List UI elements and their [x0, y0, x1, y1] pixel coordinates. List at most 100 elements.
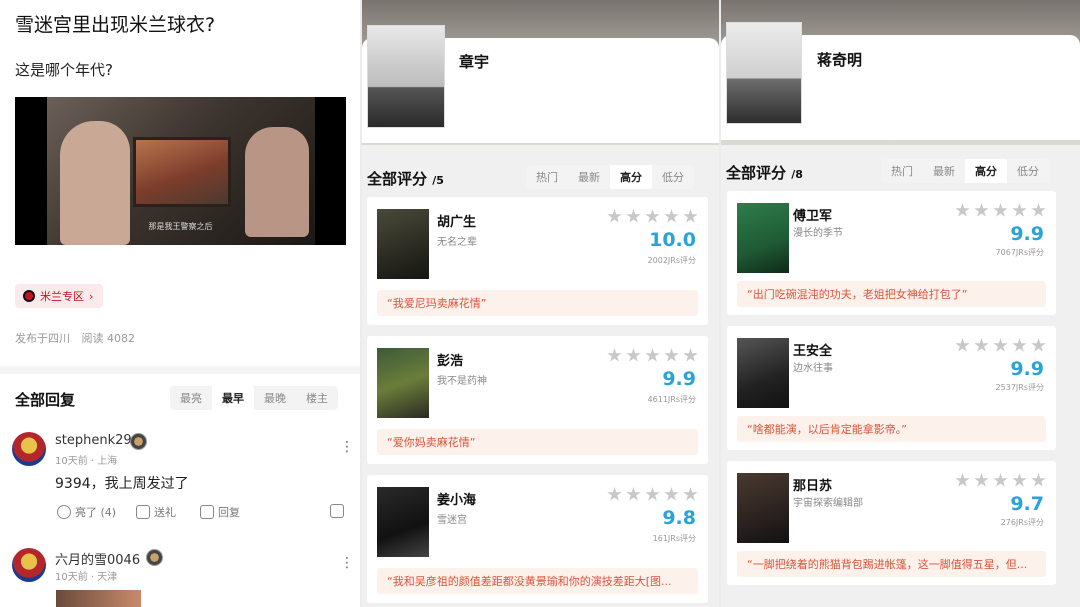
role-name: 姜小海	[437, 493, 477, 508]
star-icon	[645, 487, 660, 501]
role-card[interactable]: 胡广生 无名之辈 10.0 2002JRs评分 “我爱尼玛卖麻花情”	[367, 197, 708, 325]
star-icon	[664, 209, 679, 223]
share-icon	[330, 504, 344, 518]
star-icon	[974, 338, 989, 352]
tab-low-score[interactable]: 低分	[1007, 159, 1049, 183]
like-button[interactable]: 亮了 (4)	[57, 504, 116, 520]
role-name: 傅卫军	[793, 209, 833, 224]
role-card[interactable]: 那日苏 宇宙探索编辑部 9.7 276JRs评分 “一脚把绕着的熊猫背包踢进帐篷…	[727, 461, 1056, 585]
star-rating[interactable]	[955, 338, 1046, 353]
star-icon	[664, 348, 679, 362]
role-card[interactable]: 傅卫军 漫长的季节 9.9 7067JRs评分 “出门吃碗混沌的功夫，老姐把女神…	[727, 191, 1056, 315]
star-icon	[607, 348, 622, 362]
work-title: 漫长的季节	[793, 228, 843, 239]
tab-sort-latest[interactable]: 最晚	[254, 386, 296, 410]
actor-panel-zhangyu: 章宇 全部评分 /5 热门 最新 高分 低分 胡广生 无名之辈 10.0 200…	[362, 0, 719, 607]
work-title: 边水往事	[793, 363, 833, 374]
top-comment: “我爱尼玛卖麻花情”	[377, 290, 698, 316]
comment-image[interactable]	[56, 590, 141, 607]
vote-count: 4611JRs评分	[647, 395, 696, 404]
comment-username[interactable]: stephenk29	[55, 433, 132, 448]
tab-high-score[interactable]: 高分	[610, 165, 652, 189]
ratings-sort-tabs: 热门 最新 高分 低分	[881, 159, 1049, 183]
vote-count: 161JRs评分	[652, 534, 696, 543]
star-icon	[683, 348, 698, 362]
ratings-label: 全部评分	[367, 170, 428, 188]
vote-count: 2002JRs评分	[647, 256, 696, 265]
star-icon	[1012, 338, 1027, 352]
tab-newest[interactable]: 最新	[923, 159, 965, 183]
tab-sort-brightest[interactable]: 最亮	[170, 386, 212, 410]
role-poster	[377, 487, 429, 557]
video-subtitle: 那是我王警察之后	[148, 222, 213, 231]
star-icon	[683, 209, 698, 223]
star-icon	[626, 209, 641, 223]
star-rating[interactable]	[955, 203, 1046, 218]
reply-button[interactable]: 回复	[200, 504, 240, 520]
work-title: 无名之辈	[437, 237, 477, 248]
work-title: 雪迷宫	[437, 515, 467, 526]
role-poster	[737, 203, 789, 273]
more-options-icon[interactable]: ⋮	[340, 440, 354, 454]
milan-zone-tag[interactable]: 米兰专区 ›	[15, 284, 104, 308]
reply-label: 回复	[218, 506, 240, 519]
actor-photo	[726, 22, 802, 124]
role-score: 9.7	[1010, 493, 1044, 515]
star-rating[interactable]	[955, 473, 1046, 488]
star-icon	[1031, 203, 1046, 217]
actor-panel-jiangqiming: 蒋奇明 全部评分 /8 热门 最新 高分 低分 傅卫军 漫长的季节 9.9 70…	[721, 0, 1080, 607]
star-rating[interactable]	[607, 487, 698, 502]
post-location: 发布于四川	[15, 332, 70, 345]
role-name: 王安全	[793, 344, 833, 359]
tab-sort-op[interactable]: 楼主	[296, 386, 338, 410]
comment-username[interactable]: 六月的雪0046	[55, 549, 140, 568]
divider	[0, 366, 360, 374]
share-button[interactable]	[330, 504, 344, 518]
tab-newest[interactable]: 最新	[568, 165, 610, 189]
star-rating[interactable]	[607, 348, 698, 363]
star-icon	[1031, 338, 1046, 352]
tab-sort-earliest[interactable]: 最早	[212, 386, 254, 410]
avatar[interactable]	[12, 432, 46, 466]
star-icon	[993, 473, 1008, 487]
more-options-icon[interactable]: ⋮	[340, 556, 354, 570]
star-icon	[1031, 473, 1046, 487]
star-icon	[974, 203, 989, 217]
star-icon	[645, 209, 660, 223]
star-icon	[607, 487, 622, 501]
light-bulb-icon	[57, 505, 71, 519]
star-rating[interactable]	[607, 209, 698, 224]
actor-photo	[367, 25, 445, 128]
actor-name: 蒋奇明	[817, 51, 863, 69]
chevron-right-icon: ›	[89, 289, 94, 303]
read-count: 阅读 4082	[81, 332, 136, 345]
photo-in-wallet	[133, 137, 231, 207]
level-badge-icon	[146, 549, 163, 566]
role-card[interactable]: 姜小海 雪迷宫 9.8 161JRs评分 “我和吴彦祖的颜值差距都没黄景瑜和你的…	[367, 475, 708, 603]
vote-count: 276JRs评分	[1000, 518, 1044, 527]
tab-low-score[interactable]: 低分	[652, 165, 694, 189]
role-poster	[737, 338, 789, 408]
role-poster	[377, 348, 429, 418]
tab-high-score[interactable]: 高分	[965, 159, 1007, 183]
post-body: 这是哪个年代?	[15, 61, 113, 79]
role-card[interactable]: 王安全 边水往事 9.9 2537JRs评分 “啥都能演，以后肯定能拿影帝。”	[727, 326, 1056, 450]
comment-time: 10天前 · 上海	[55, 456, 118, 467]
star-icon	[993, 338, 1008, 352]
post-title: 雪迷宫里出现米兰球衣?	[15, 14, 216, 36]
ratings-header: 全部评分 /8	[726, 162, 803, 183]
role-poster	[377, 209, 429, 279]
tab-hot[interactable]: 热门	[881, 159, 923, 183]
actor-name: 章宇	[459, 53, 490, 71]
gift-button[interactable]: 送礼	[136, 504, 176, 520]
tab-hot[interactable]: 热门	[526, 165, 568, 189]
comment-time: 10天前 · 天津	[55, 572, 118, 583]
avatar[interactable]	[12, 548, 46, 582]
edit-icon	[200, 505, 214, 519]
role-name: 那日苏	[793, 479, 833, 494]
role-card[interactable]: 彭浩 我不是药神 9.9 4611JRs评分 “爱你妈卖麻花情”	[367, 336, 708, 464]
ratings-label: 全部评分	[726, 164, 787, 182]
star-icon	[974, 473, 989, 487]
replies-header: 全部回复	[15, 391, 76, 409]
video-player[interactable]: 那是我王警察之后	[15, 97, 346, 245]
